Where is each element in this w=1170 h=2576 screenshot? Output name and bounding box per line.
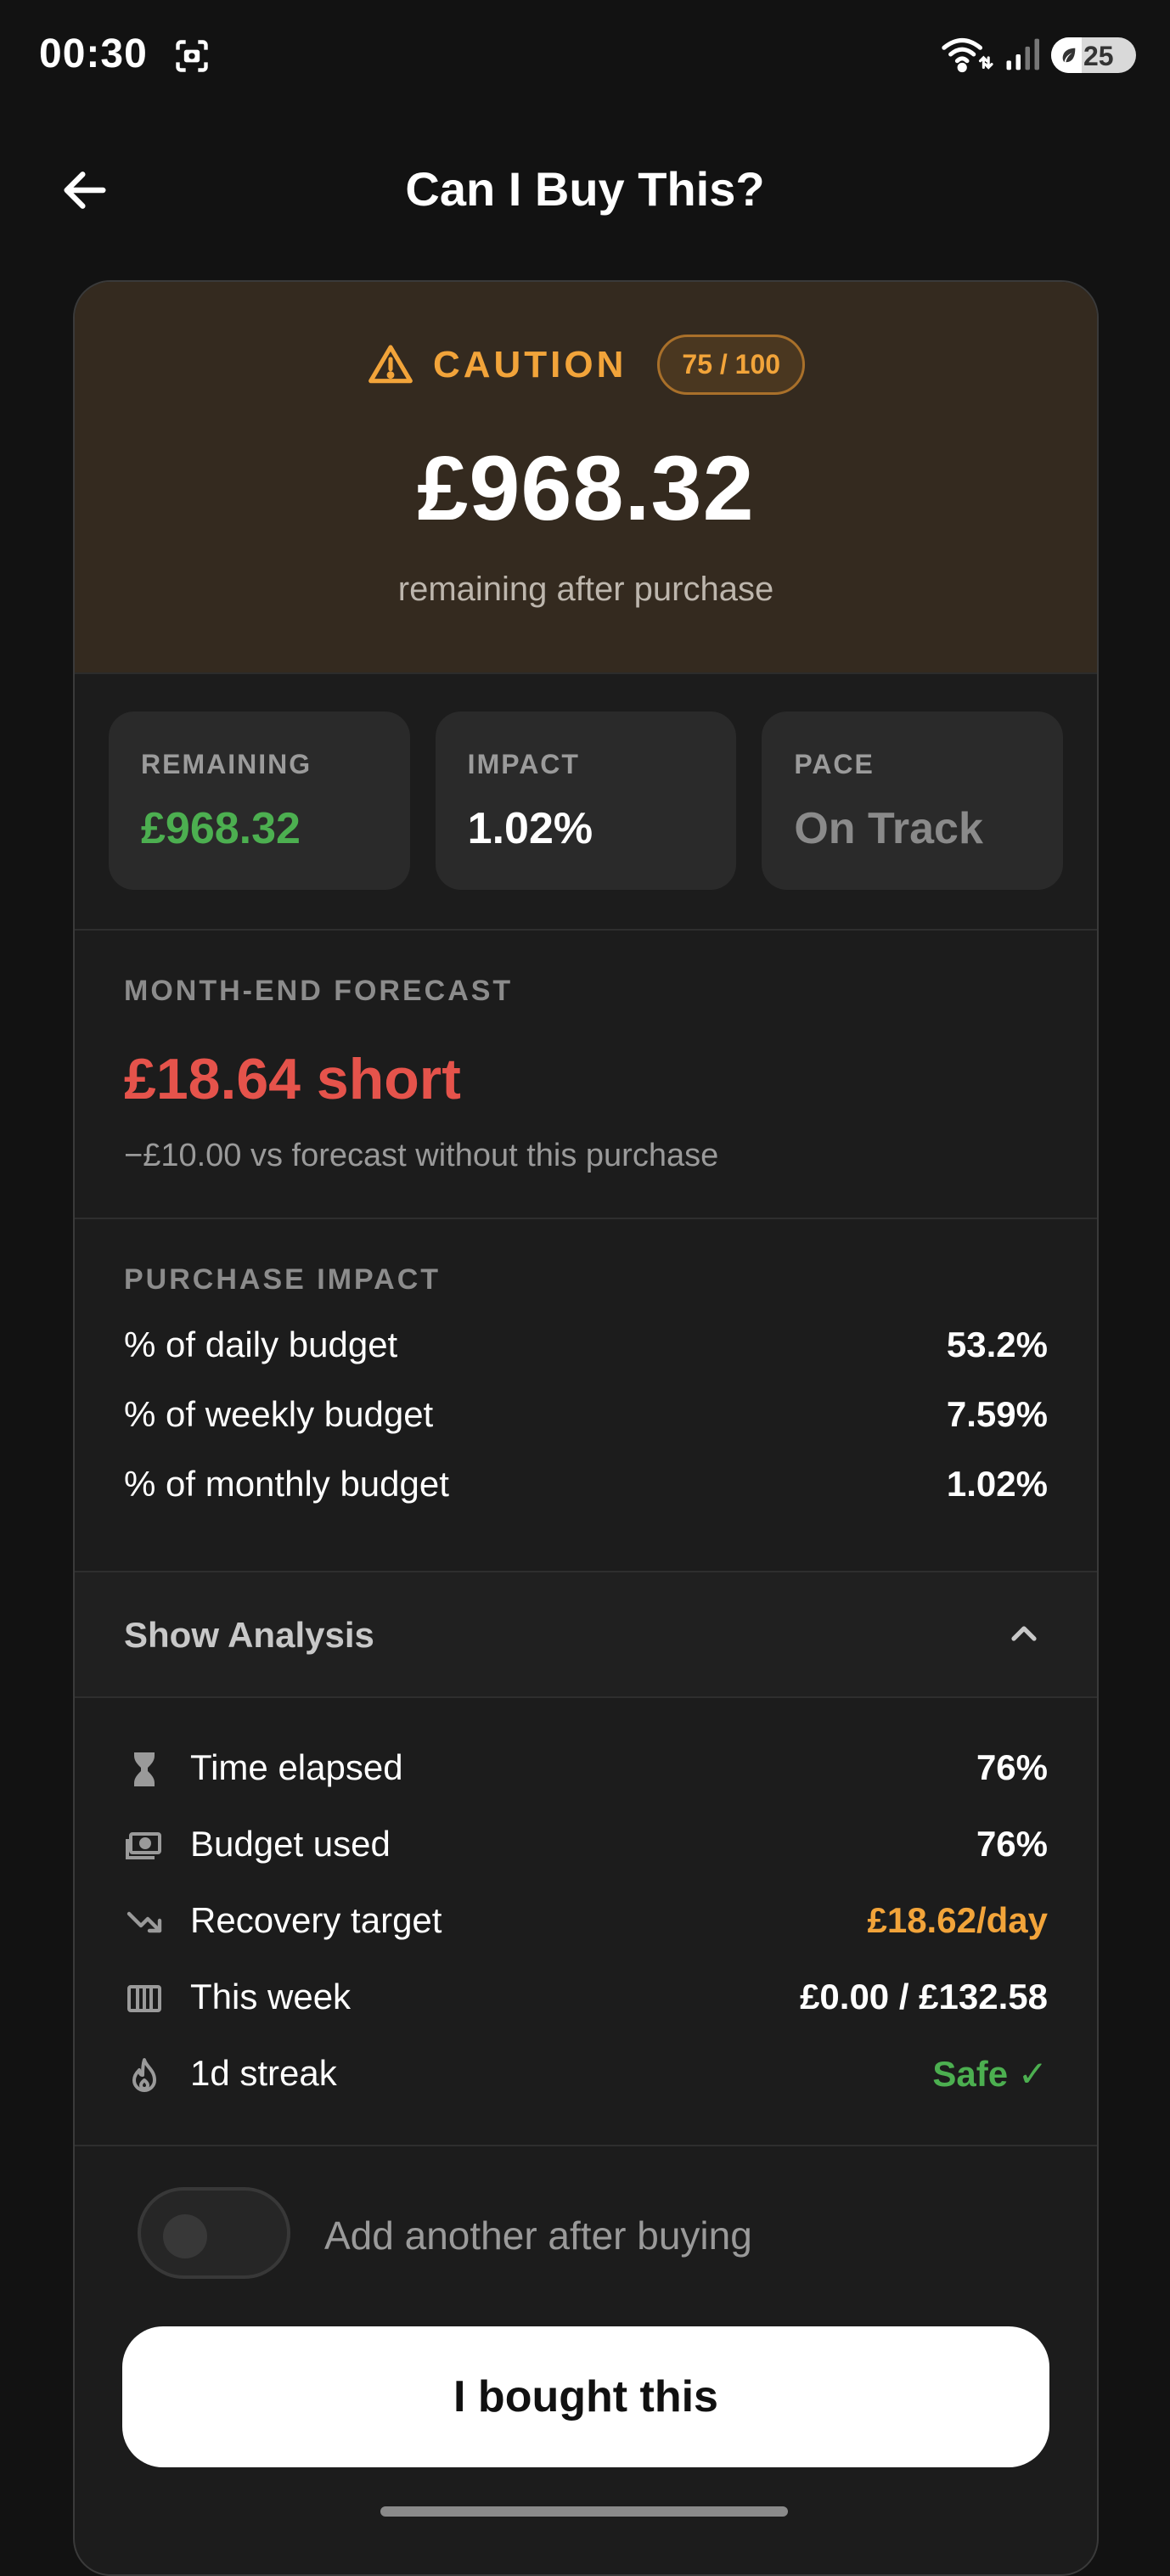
forecast-value: £18.64 short [124,1047,461,1111]
switch-thumb [163,2214,207,2258]
wifi-icon [942,38,993,73]
metric-value: £0.00 / £132.58 [800,1977,1048,2016]
battery-level: 25 [1083,41,1114,71]
forecast-label: MONTH-END FORECAST [124,975,514,1007]
home-indicator [380,2506,788,2517]
divider [75,1218,1097,1219]
warning-icon [368,344,413,383]
page-title: Can I Buy This? [405,162,765,216]
purchase-impact-label: PURCHASE IMPACT [124,1263,442,1296]
divider [75,1696,1097,1698]
metric-value: £18.62/day [867,1900,1048,1940]
hourglass-icon [134,1752,155,1786]
metric-label: This week [190,1977,352,2016]
metric-label: Time elapsed [190,1747,403,1787]
i-bought-this-button[interactable]: I bought this [122,2326,1049,2467]
stat-label: REMAINING [141,749,312,779]
impact-value: 1.02% [946,1464,1048,1504]
stat-value: £968.32 [141,804,301,853]
metric-label: Budget used [190,1824,391,1864]
add-another-switch[interactable] [138,2187,290,2279]
verdict-row: CAUTION 75 / 100 [75,335,1097,395]
metric-row-time-elapsed: Time elapsed 76% [124,1744,1048,1795]
stat-remaining: REMAINING £968.32 [109,711,410,890]
metric-value: Safe ✓ [932,2054,1048,2094]
trending-down-icon [127,1911,162,1933]
battery-saver-icon [1062,48,1076,63]
metric-row-budget-used: Budget used 76% [124,1820,1048,1871]
impact-label: % of monthly budget [124,1464,449,1504]
forecast-note: −£10.00 vs forecast without this purchas… [124,1138,719,1173]
stat-value: 1.02% [467,804,593,853]
screenshot-icon [176,40,208,72]
status-bar: 00:30 25 [0,0,1170,110]
stat-value: On Track [794,804,983,853]
stat-impact: IMPACT 1.02% [435,711,737,890]
calendar-week-icon [127,1985,161,2012]
verdict-hero: CAUTION 75 / 100 £968.32 remaining after… [75,282,1097,674]
metric-label: 1d streak [190,2053,337,2093]
metric-row-streak: 1d streak Safe ✓ [124,2050,1048,2101]
status-time: 00:30 [39,31,148,76]
impact-label: % of weekly budget [124,1394,434,1434]
divider [75,2145,1097,2146]
metric-value: 76% [976,1747,1048,1787]
flame-icon [132,2058,156,2092]
metric-row-recovery-target: Recovery target £18.62/day [124,1897,1048,1948]
impact-value: 53.2% [946,1325,1048,1364]
add-another-label: Add another after buying [324,2213,752,2258]
impact-label: % of daily budget [124,1325,398,1364]
metric-label: Recovery target [190,1900,442,1940]
score-badge: 75 / 100 [657,335,806,395]
remaining-subtitle: remaining after purchase [397,571,774,608]
cash-icon [126,1832,161,1859]
impact-value: 7.59% [946,1394,1048,1434]
show-analysis-label: Show Analysis [124,1615,374,1655]
divider [75,929,1097,931]
metric-value: 76% [976,1824,1048,1864]
show-analysis-toggle[interactable]: Show Analysis [75,1572,1097,1696]
battery-indicator: 25 [1051,37,1136,73]
stat-label: PACE [794,749,875,779]
stat-pace: PACE On Track [762,711,1064,890]
metric-row-this-week: This week £0.00 / £132.58 [124,1973,1048,2024]
verdict-label: CAUTION [432,343,627,385]
chevron-up-icon [1011,1626,1037,1641]
stats-row: REMAINING £968.32 IMPACT 1.02% PACE On T… [109,711,1064,890]
affordability-card: CAUTION 75 / 100 £968.32 remaining after… [73,280,1099,2576]
signal-icon [1006,38,1039,70]
stat-label: IMPACT [467,749,580,779]
remaining-amount: £968.32 [417,436,755,539]
